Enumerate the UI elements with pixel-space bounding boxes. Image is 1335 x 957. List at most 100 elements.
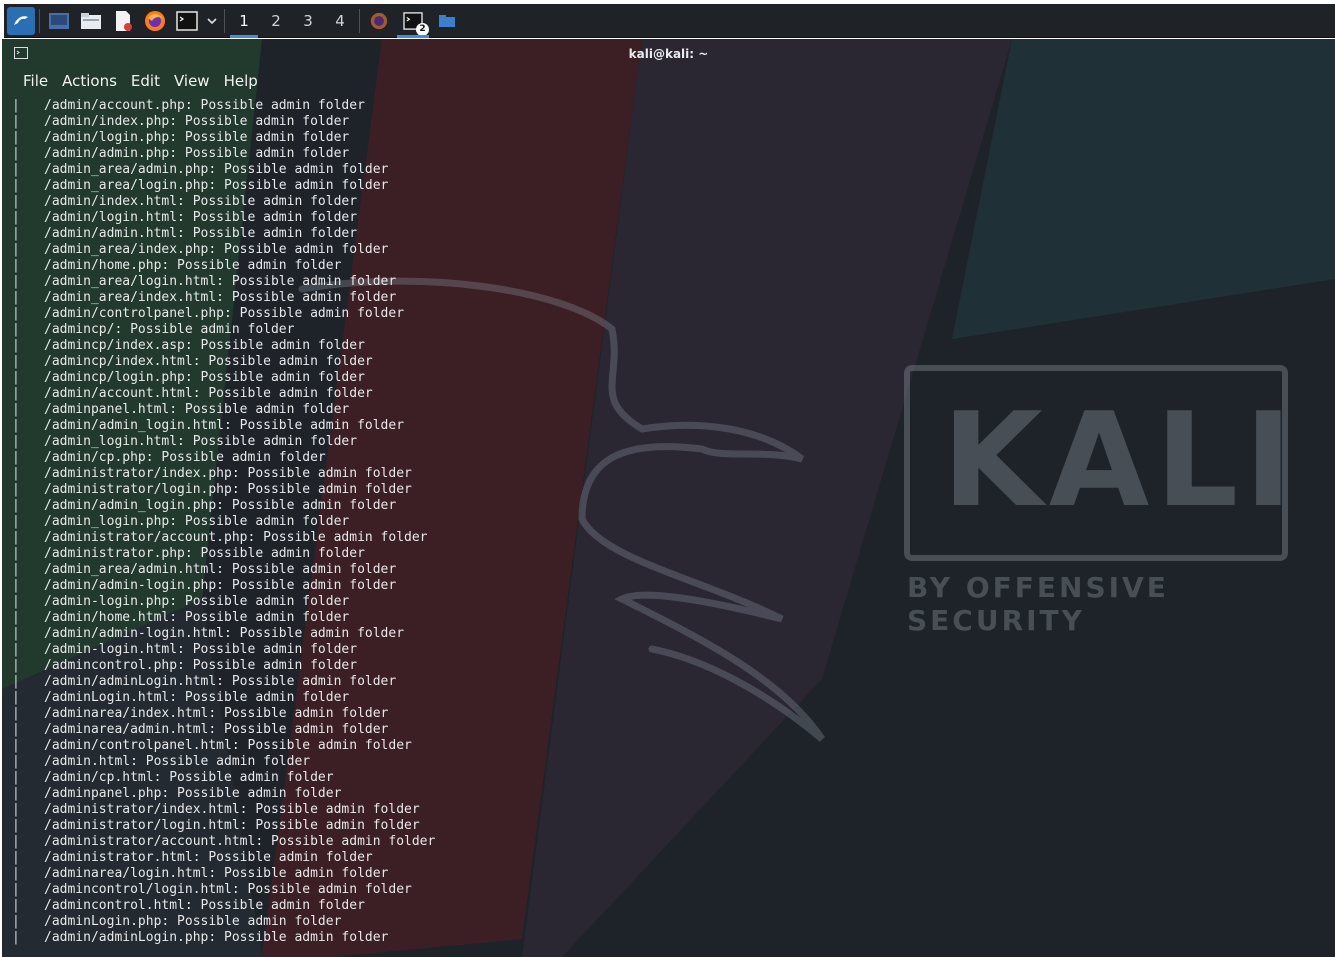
terminal-line: | /admincp/index.asp: Possible admin fold… — [12, 338, 1312, 354]
scan-result-text: /admin/admin-login.html: Possible admin … — [44, 626, 405, 641]
scan-result-text: /admin/admin.html: Possible admin folder — [44, 226, 358, 241]
scan-result-text: /adminpanel.html: Possible admin folder — [44, 402, 350, 417]
terminal-line: | /admin_login.html: Possible admin folde… — [12, 434, 1312, 450]
firefox-window-button[interactable] — [363, 4, 395, 38]
tree-prefix: | — [12, 226, 20, 241]
tree-prefix: | — [12, 178, 20, 193]
scan-result-text: /administrator/index.php: Possible admin… — [44, 466, 412, 481]
scan-result-text: /admin_area/index.html: Possible admin f… — [44, 290, 397, 305]
folder-icon — [439, 14, 455, 27]
terminal-line: | /admin_area/login.php: Possible admin f… — [12, 178, 1312, 194]
tree-prefix: | — [12, 514, 20, 529]
menu-view[interactable]: View — [168, 72, 216, 90]
terminal-line: | /admin_login.php: Possible admin folder — [12, 514, 1312, 530]
terminal-line: | /admin_area/admin.php: Possible admin f… — [12, 162, 1312, 178]
terminal-line: | /admin/admin-login.php: Possible admin … — [12, 578, 1312, 594]
scan-result-text: /admin/adminLogin.html: Possible admin f… — [44, 674, 397, 689]
tree-prefix: | — [12, 610, 20, 625]
kali-menu-button[interactable] — [4, 4, 36, 38]
terminal-line: | /administrator/index.html: Possible adm… — [12, 802, 1312, 818]
workspace-4[interactable]: 4 — [324, 4, 356, 38]
scan-result-text: /admin-login.html: Possible admin folder — [44, 642, 358, 657]
workspace-3[interactable]: 3 — [292, 4, 324, 38]
terminal-window-button[interactable]: 2 — [395, 4, 431, 38]
scan-result-text: /admincp/index.html: Possible admin fold… — [44, 354, 373, 369]
tree-prefix: | — [12, 706, 20, 721]
tree-prefix: | — [12, 434, 20, 449]
scan-result-text: /admin/cp.html: Possible admin folder — [44, 770, 334, 785]
firefox-button[interactable] — [139, 4, 171, 38]
scan-result-text: /admin/admin_login.html: Possible admin … — [44, 418, 405, 433]
terminal-line: | /admin/admin.html: Possible admin folde… — [12, 226, 1312, 242]
tree-prefix: | — [12, 530, 20, 545]
terminal-line: | /admin_area/index.html: Possible admin … — [12, 290, 1312, 306]
terminal-line: | /administrator/account.html: Possible a… — [12, 834, 1312, 850]
terminal-line: | /admin/home.html: Possible admin folder — [12, 610, 1312, 626]
menu-file[interactable]: File — [17, 72, 54, 90]
tree-prefix: | — [12, 674, 20, 689]
terminal-line: | /admin/admin-login.html: Possible admin… — [12, 626, 1312, 642]
scan-result-text: /administrator/account.html: Possible ad… — [44, 834, 436, 849]
terminal-line: | /admin.html: Possible admin folder — [12, 754, 1312, 770]
window-count-badge: 2 — [416, 22, 429, 36]
tree-prefix: | — [12, 370, 20, 385]
firefox-icon — [145, 10, 165, 31]
terminal-line: | /admincp/login.php: Possible admin fold… — [12, 370, 1312, 386]
menu-edit[interactable]: Edit — [125, 72, 166, 90]
file-manager-button[interactable] — [75, 4, 107, 38]
tree-prefix: | — [12, 930, 20, 945]
terminal-icon — [176, 10, 198, 31]
terminal-line: | /admin-login.html: Possible admin folde… — [12, 642, 1312, 658]
terminal-line: | /admin_area/login.html: Possible admin … — [12, 274, 1312, 290]
window-titlebar[interactable]: kali@kali: ~ — [2, 39, 1335, 69]
taskbar-separator — [39, 8, 40, 33]
terminal-line: | /admin/login.html: Possible admin folde… — [12, 210, 1312, 226]
tree-prefix: | — [12, 642, 20, 657]
tree-prefix: | — [12, 818, 20, 833]
tree-prefix: | — [12, 114, 20, 129]
terminal-line: | /admin_area/admin.html: Possible admin … — [12, 562, 1312, 578]
show-desktop-button[interactable] — [43, 4, 75, 38]
text-editor-button[interactable] — [107, 4, 139, 38]
tree-prefix: | — [12, 146, 20, 161]
terminal-line: | /admincp/index.html: Possible admin fol… — [12, 354, 1312, 370]
terminal-line: | /admin/index.php: Possible admin folder — [12, 114, 1312, 130]
menu-help[interactable]: Help — [218, 72, 264, 90]
terminal-output[interactable]: | /admin/account.php: Possible admin fold… — [12, 98, 1312, 954]
scan-result-text: /admincp/: Possible admin folder — [44, 322, 295, 337]
tree-prefix: | — [12, 914, 20, 929]
tree-prefix: | — [12, 466, 20, 481]
scan-result-text: /admin.html: Possible admin folder — [44, 754, 311, 769]
folder-window-button[interactable] — [431, 4, 463, 38]
menu-actions[interactable]: Actions — [56, 72, 123, 90]
terminal-line: | /administrator/index.php: Possible admi… — [12, 466, 1312, 482]
scan-result-text: /admin/adminLogin.php: Possible admin fo… — [44, 930, 389, 945]
scan-result-text: /administrator/account.php: Possible adm… — [44, 530, 428, 545]
tree-prefix: | — [12, 418, 20, 433]
workspace-1[interactable]: 1 — [228, 4, 260, 38]
tree-prefix: | — [12, 386, 20, 401]
terminal-line: | /admincp/: Possible admin folder — [12, 322, 1312, 338]
tree-prefix: | — [12, 546, 20, 561]
taskbar-separator — [224, 8, 225, 33]
tree-prefix: | — [12, 658, 20, 673]
scan-result-text: /admin/admin-login.php: Possible admin f… — [44, 578, 397, 593]
terminal-line: | /adminarea/login.html: Possible admin f… — [12, 866, 1312, 882]
tree-prefix: | — [12, 562, 20, 577]
terminal-line: | /admin/controlpanel.php: Possible admin… — [12, 306, 1312, 322]
terminal-line: | /admincontrol/login.html: Possible admi… — [12, 882, 1312, 898]
terminal-line: | /admin/login.php: Possible admin folder — [12, 130, 1312, 146]
terminal-line: | /administrator.php: Possible admin fold… — [12, 546, 1312, 562]
tree-prefix: | — [12, 690, 20, 705]
kali-dragon-icon — [7, 6, 35, 35]
terminal-icon — [14, 47, 28, 62]
tree-prefix: | — [12, 898, 20, 913]
terminal-launcher-button[interactable] — [171, 4, 203, 38]
scan-result-text: /admin/admin_login.php: Possible admin f… — [44, 498, 397, 513]
scan-result-text: /adminarea/login.html: Possible admin fo… — [44, 866, 389, 881]
terminal-line: | /administrator.html: Possible admin fol… — [12, 850, 1312, 866]
terminal-line: | /admin/index.html: Possible admin folde… — [12, 194, 1312, 210]
scan-result-text: /administrator/login.html: Possible admi… — [44, 818, 420, 833]
terminal-dropdown-button[interactable] — [203, 4, 221, 38]
workspace-2[interactable]: 2 — [260, 4, 292, 38]
